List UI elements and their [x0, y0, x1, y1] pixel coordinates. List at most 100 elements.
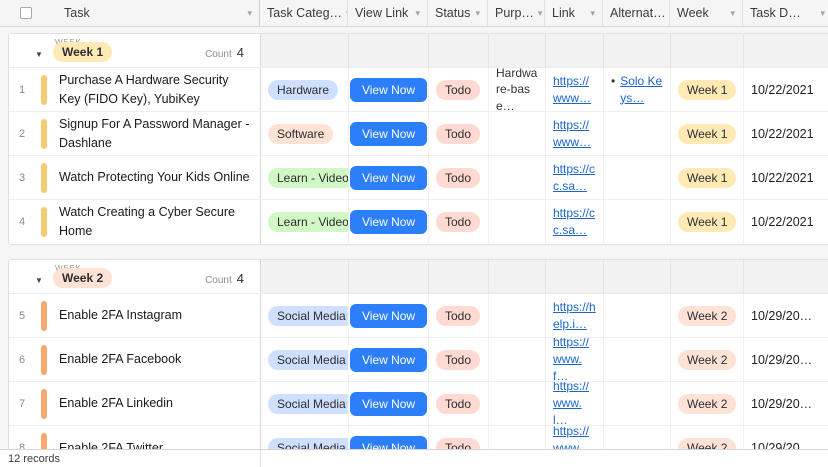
task-cell[interactable]: 5 Enable 2FA Instagram — [9, 294, 261, 337]
task-cell[interactable]: 2 Signup For A Password Manager - Dashla… — [9, 112, 261, 155]
purpose-cell[interactable] — [489, 200, 546, 244]
week-cell[interactable]: Week 2 — [671, 426, 744, 449]
due-date-cell[interactable]: 10/29/20… — [744, 426, 828, 449]
alternative-cell[interactable] — [604, 382, 671, 425]
purpose-cell[interactable] — [489, 426, 546, 449]
category-cell[interactable]: Software — [261, 112, 349, 155]
view-link-cell[interactable]: View Now — [349, 426, 429, 449]
alternative-cell[interactable] — [604, 112, 671, 155]
link-cell[interactable]: https://www.t… — [546, 426, 604, 449]
alternative-cell[interactable] — [604, 426, 671, 449]
category-cell[interactable]: Social Media — [261, 294, 349, 337]
due-date-cell[interactable]: 10/29/20… — [744, 382, 828, 425]
alternative-cell[interactable] — [604, 294, 671, 337]
column-header-task-due[interactable]: Task D… ▾ — [743, 0, 828, 26]
status-cell[interactable]: Todo — [429, 338, 489, 381]
link-cell[interactable]: https://cc.sa… — [546, 200, 604, 244]
purpose-cell[interactable] — [489, 112, 546, 155]
column-header-link[interactable]: Link ▾ — [545, 0, 603, 26]
link-cell[interactable]: https://www… — [546, 68, 604, 111]
chevron-down-icon[interactable]: ▾ — [471, 8, 480, 19]
due-date-cell[interactable]: 10/22/2021 — [744, 200, 828, 244]
url-link[interactable]: https://www… — [553, 73, 596, 107]
link-cell[interactable]: https://www.l… — [546, 382, 604, 425]
chevron-down-icon[interactable]: ▾ — [816, 8, 825, 19]
column-header-task[interactable]: Task ▾ — [0, 0, 260, 26]
task-cell[interactable]: 3 Watch Protecting Your Kids Online — [9, 156, 261, 199]
status-cell[interactable]: Todo — [429, 68, 489, 111]
chevron-down-icon[interactable]: ▾ — [726, 8, 735, 19]
url-link[interactable]: https://help.i… — [553, 299, 596, 333]
category-cell[interactable]: Social Media — [261, 382, 349, 425]
url-link[interactable]: https://www… — [553, 117, 596, 151]
week-cell[interactable]: Week 2 — [671, 338, 744, 381]
purpose-cell[interactable] — [489, 156, 546, 199]
due-date-cell[interactable]: 10/22/2021 — [744, 68, 828, 111]
category-cell[interactable]: Hardware — [261, 68, 349, 111]
task-cell[interactable]: 8 Enable 2FA Twitter — [9, 426, 261, 449]
column-header-view-link[interactable]: View Link ▾ — [348, 0, 428, 26]
url-link[interactable]: https://www.l… — [553, 382, 596, 425]
view-now-button[interactable]: View Now — [350, 348, 427, 372]
alternative-cell[interactable] — [604, 338, 671, 381]
due-date-cell[interactable]: 10/29/20… — [744, 294, 828, 337]
chevron-down-icon[interactable]: ▾ — [586, 8, 595, 19]
status-cell[interactable]: Todo — [429, 426, 489, 449]
category-cell[interactable]: Learn - Video — [261, 156, 349, 199]
view-now-button[interactable]: View Now — [350, 78, 427, 102]
category-cell[interactable]: Learn - Video — [261, 200, 349, 244]
alternative-cell[interactable] — [604, 200, 671, 244]
week-cell[interactable]: Week 2 — [671, 294, 744, 337]
category-cell[interactable]: Social Media — [261, 338, 349, 381]
group-collapse-icon[interactable]: ▼ — [35, 276, 43, 285]
week-cell[interactable]: Week 1 — [671, 200, 744, 244]
task-cell[interactable]: 7 Enable 2FA Linkedin — [9, 382, 261, 425]
url-link[interactable]: https://cc.sa… — [553, 161, 596, 195]
view-link-cell[interactable]: View Now — [349, 112, 429, 155]
view-now-button[interactable]: View Now — [350, 166, 427, 190]
column-header-purpose[interactable]: Purp… ▾ — [488, 0, 545, 26]
alternative-cell[interactable]: • Solo Keys… — [604, 68, 671, 111]
due-date-cell[interactable]: 10/22/2021 — [744, 112, 828, 155]
purpose-cell[interactable] — [489, 382, 546, 425]
alternative-link[interactable]: Solo Keys… — [620, 73, 663, 107]
due-date-cell[interactable]: 10/22/2021 — [744, 156, 828, 199]
week-cell[interactable]: Week 1 — [671, 112, 744, 155]
link-cell[interactable]: https://www… — [546, 112, 604, 155]
view-link-cell[interactable]: View Now — [349, 68, 429, 111]
view-now-button[interactable]: View Now — [350, 122, 427, 146]
column-header-category[interactable]: Task Categ… ▾ — [260, 0, 348, 26]
chevron-down-icon[interactable]: ▾ — [534, 8, 543, 19]
task-cell[interactable]: 6 Enable 2FA Facebook — [9, 338, 261, 381]
view-now-button[interactable]: View Now — [350, 436, 427, 449]
due-date-cell[interactable]: 10/29/20… — [744, 338, 828, 381]
view-now-button[interactable]: View Now — [350, 392, 427, 416]
chevron-down-icon[interactable]: ▾ — [243, 8, 252, 19]
chevron-down-icon[interactable]: ▾ — [411, 8, 420, 19]
url-link[interactable]: https://www.f… — [553, 338, 596, 381]
view-now-button[interactable]: View Now — [350, 210, 427, 234]
view-link-cell[interactable]: View Now — [349, 156, 429, 199]
column-header-alternative[interactable]: Alternat… ▾ — [603, 0, 670, 26]
view-link-cell[interactable]: View Now — [349, 382, 429, 425]
view-now-button[interactable]: View Now — [350, 304, 427, 328]
status-cell[interactable]: Todo — [429, 200, 489, 244]
view-link-cell[interactable]: View Now — [349, 200, 429, 244]
week-cell[interactable]: Week 1 — [671, 156, 744, 199]
purpose-cell[interactable]: Hardware-base… — [489, 68, 546, 111]
week-cell[interactable]: Week 1 — [671, 68, 744, 111]
status-cell[interactable]: Todo — [429, 112, 489, 155]
category-cell[interactable]: Social Media — [261, 426, 349, 449]
week-cell[interactable]: Week 2 — [671, 382, 744, 425]
view-link-cell[interactable]: View Now — [349, 294, 429, 337]
status-cell[interactable]: Todo — [429, 294, 489, 337]
select-all-checkbox[interactable] — [20, 7, 32, 19]
status-cell[interactable]: Todo — [429, 382, 489, 425]
link-cell[interactable]: https://help.i… — [546, 294, 604, 337]
status-cell[interactable]: Todo — [429, 156, 489, 199]
task-cell[interactable]: 1 Purchase A Hardware Security Key (FIDO… — [9, 68, 261, 111]
view-link-cell[interactable]: View Now — [349, 338, 429, 381]
column-header-week[interactable]: Week ▾ — [670, 0, 743, 26]
alternative-cell[interactable] — [604, 156, 671, 199]
url-link[interactable]: https://cc.sa… — [553, 205, 596, 239]
